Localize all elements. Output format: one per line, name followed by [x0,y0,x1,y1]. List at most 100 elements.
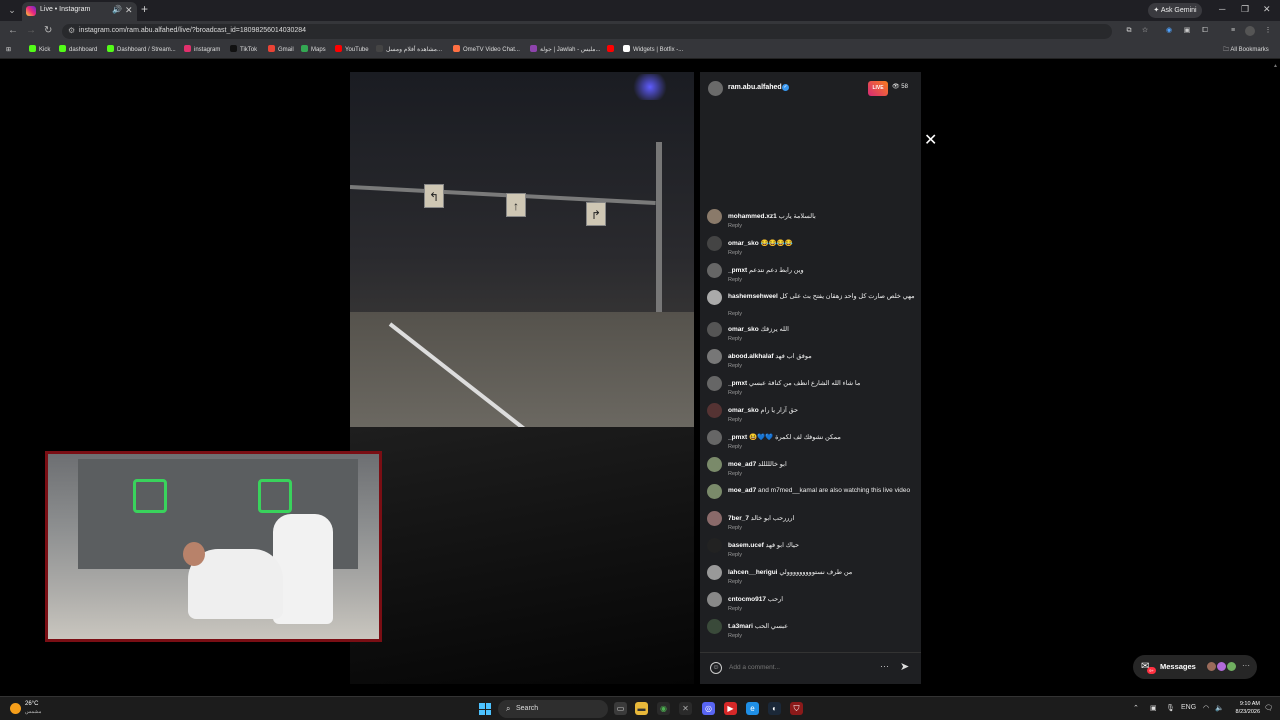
bookmark-item[interactable]: Dashboard / Stream... [107,45,176,56]
restore-icon[interactable]: ❐ [1241,4,1249,15]
reply-button[interactable]: Reply [728,633,742,639]
file-explorer-icon[interactable]: ▬ [635,702,648,715]
bookmark-item[interactable]: Gmail [268,45,294,56]
comment-username[interactable]: _pmxt [728,380,747,387]
extension-icon[interactable]: ▣ [1182,26,1192,36]
bookmark-item[interactable]: instagram [184,45,220,56]
avatar[interactable] [707,322,722,337]
messages-button[interactable]: ✉ 9+ Messages ··· [1133,655,1257,679]
comment-username[interactable]: t.a3mari [728,623,753,630]
comment-input[interactable]: Add a comment... [729,664,780,671]
avatar[interactable] [708,81,723,96]
comment-username[interactable]: omar_sko [728,407,759,414]
bookmark-item[interactable]: جولة | Jawlah - مليس... [530,45,600,56]
wifi-icon[interactable]: ◠ [1203,704,1209,712]
bookmark-item[interactable]: Widgets | Botfix -... [623,45,683,56]
url-field[interactable]: ⚙ instagram.com/ram.abu.alfahed/live/?br… [62,24,1112,39]
send-icon[interactable]: ➤ [900,660,909,673]
reply-button[interactable]: Reply [728,311,742,317]
tab-instagram-live[interactable]: Live • Instagram 🔊 ✕ [22,2,137,21]
microphone-icon[interactable]: 🎙 [1166,704,1175,712]
clock[interactable]: 9:10 AM 8/23/2026 [1228,700,1260,716]
forward-icon[interactable]: → [26,25,36,36]
window-close-icon[interactable]: ✕ [1263,4,1271,15]
bookmark-item[interactable]: dashboard [59,45,97,56]
install-app-icon[interactable]: ⧉ [1124,26,1134,36]
tab-search-icon[interactable]: ⌄ [4,3,20,18]
comment-username[interactable]: _pmxt [728,434,747,441]
bookmark-item[interactable]: مشاهدة أفلام ومسل... [376,45,442,56]
avatar[interactable] [707,430,722,445]
scroll-up-icon[interactable]: ▲ [1273,63,1278,69]
task-view-icon[interactable]: ▭ [614,702,627,715]
comment-username[interactable]: _pmxt [728,267,747,274]
avatar[interactable] [707,619,722,634]
menu-dots-icon[interactable]: ⋮ [1263,26,1273,36]
chrome-icon[interactable]: ◉ [657,702,670,715]
avatar[interactable] [707,290,722,305]
edge-icon[interactable]: e [746,702,759,715]
ask-gemini-button[interactable]: ✦ Ask Gemini [1148,3,1202,18]
live-video[interactable]: ↰ ↑ ↱ [350,72,694,684]
bookmark-star-icon[interactable]: ☆ [1140,26,1150,36]
avatar[interactable] [707,565,722,580]
profile-avatar[interactable] [1245,26,1255,36]
avatar[interactable] [707,511,722,526]
comment-username[interactable]: cntocmo917 [728,596,766,603]
avatar[interactable] [707,538,722,553]
comment-username[interactable]: omar_sko [728,240,759,247]
comment-username[interactable]: basem.ucef [728,542,764,549]
notifications-icon[interactable]: 🗨 [1264,704,1273,712]
bookmark-item[interactable]: TikTok [230,45,257,56]
xbox-icon[interactable]: ✕ [679,702,692,715]
extensions-puzzle-icon[interactable]: ⧠ [1200,26,1210,36]
comment-username[interactable]: hashemsehweel [728,293,778,300]
reply-button[interactable]: Reply [728,552,742,558]
comment-username[interactable]: lahcen__herigui [728,569,778,576]
close-live-button[interactable]: ✕ [924,130,937,149]
reply-button[interactable]: Reply [728,223,742,229]
volume-icon[interactable]: 🔈 [1215,704,1224,712]
avatar[interactable] [707,376,722,391]
shield-app-icon[interactable]: ⛉ [790,702,803,715]
language-indicator[interactable]: ENG [1181,704,1196,711]
back-icon[interactable]: ← [8,25,18,36]
downloads-icon[interactable]: ≡ [1228,26,1238,36]
comment-username[interactable]: 7ber_7 [728,515,749,522]
bookmark-item[interactable] [607,45,617,56]
site-info-icon[interactable]: ⚙ [68,26,75,35]
avatar[interactable] [707,236,722,251]
speaker-icon[interactable]: 🔊 [112,5,122,14]
taskbar-search[interactable]: ⌕ Search [498,700,608,718]
sun-icon[interactable] [10,703,21,714]
tray-app-icon[interactable]: ▣ [1150,704,1157,712]
steam-icon[interactable]: ◐ [768,702,781,715]
reply-button[interactable]: Reply [728,336,742,342]
all-bookmarks-folder[interactable]: 🗀 All Bookmarks [1223,45,1269,56]
comment-username[interactable]: mohammed.xz1 [728,213,777,220]
start-button[interactable] [479,703,491,715]
avatar[interactable] [707,403,722,418]
reply-button[interactable]: Reply [728,417,742,423]
reply-button[interactable]: Reply [728,277,742,283]
avatar[interactable] [707,592,722,607]
more-icon[interactable]: ··· [1242,661,1250,670]
broadcaster-username[interactable]: ram.abu.alfahed [728,84,782,91]
reload-icon[interactable]: ↻ [44,25,52,36]
media-app-icon[interactable]: ▶ [724,702,737,715]
apps-grid-icon[interactable]: ⊞ [6,45,11,56]
avatar[interactable] [707,209,722,224]
reply-button[interactable]: Reply [728,471,742,477]
avatar[interactable] [707,457,722,472]
reply-button[interactable]: Reply [728,606,742,612]
tab-close-icon[interactable]: ✕ [125,5,133,16]
more-options-icon[interactable]: ··· [880,661,889,671]
discord-icon[interactable]: ◎ [702,702,715,715]
reply-button[interactable]: Reply [728,363,742,369]
extension-icon[interactable]: ◉ [1164,26,1174,36]
new-tab-button[interactable]: + [141,2,148,16]
emoji-icon[interactable]: ☺ [710,662,722,674]
minimize-icon[interactable]: ─ [1219,4,1225,14]
reply-button[interactable]: Reply [728,250,742,256]
weather-temperature[interactable]: 26°C [25,701,38,707]
